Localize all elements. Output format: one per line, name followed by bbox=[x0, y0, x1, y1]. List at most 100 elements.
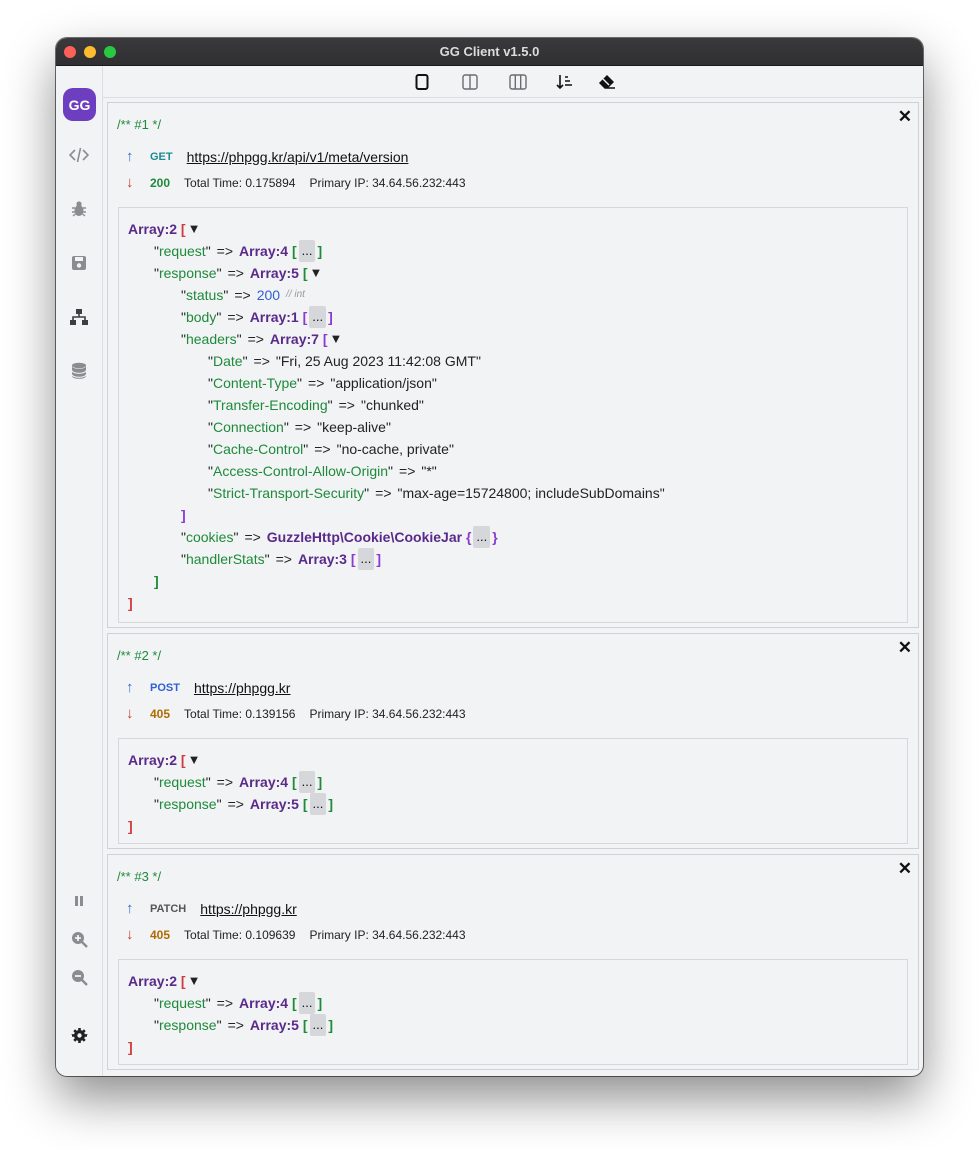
collapse-toggle-icon[interactable]: ▼ bbox=[188, 970, 201, 992]
expand-button[interactable]: ... bbox=[298, 240, 316, 262]
response-line: ↓ 405 Total Time: 0.139156 Primary IP: 3… bbox=[126, 705, 480, 722]
request-url-link[interactable]: https://phpgg.kr/api/v1/meta/version bbox=[187, 149, 409, 165]
request-line: ↑ PATCH https://phpgg.kr bbox=[126, 900, 297, 917]
http-method: POST bbox=[150, 681, 180, 694]
eraser-icon[interactable] bbox=[597, 72, 617, 92]
dump-close-root: ] bbox=[128, 1036, 898, 1058]
single-column-icon[interactable] bbox=[412, 72, 432, 92]
dump-key: Access-Control-Allow-Origin bbox=[212, 463, 389, 479]
dump-type: Array:1 bbox=[249, 309, 299, 325]
three-column-icon[interactable] bbox=[508, 72, 528, 92]
close-entry-icon[interactable]: ✕ bbox=[898, 859, 912, 879]
dump-key: Cache-Control bbox=[212, 441, 304, 457]
settings-gear-icon[interactable] bbox=[68, 1024, 90, 1046]
dump-value: "Fri, 25 Aug 2023 11:42:08 GMT" bbox=[275, 353, 481, 369]
collapse-toggle-icon[interactable]: ▼ bbox=[330, 328, 343, 350]
primary-ip: Primary IP: 34.64.56.232:443 bbox=[309, 175, 466, 190]
entry-comment: /** #2 */ bbox=[117, 648, 162, 663]
pause-icon[interactable] bbox=[68, 890, 90, 912]
expand-button[interactable]: ... bbox=[357, 548, 375, 570]
bracket: [ bbox=[302, 265, 308, 281]
collapse-toggle-icon[interactable]: ▼ bbox=[188, 218, 201, 240]
bracket: [ bbox=[350, 551, 356, 567]
dump-arrow: => bbox=[275, 551, 292, 567]
bracket: ] bbox=[128, 818, 133, 834]
dump-key: response bbox=[158, 265, 217, 281]
bracket: [ bbox=[302, 796, 308, 812]
bracket: } bbox=[492, 529, 498, 545]
dump-arrow: => bbox=[227, 265, 244, 281]
bug-icon[interactable] bbox=[68, 198, 90, 220]
http-method: PATCH bbox=[150, 902, 187, 915]
expand-button[interactable]: ... bbox=[298, 771, 316, 793]
header-row: " Connection " => "keep-alive" bbox=[128, 416, 898, 438]
dump-root: Array:2 [▼ bbox=[128, 218, 898, 240]
entry-comment: /** #1 */ bbox=[117, 117, 162, 132]
bracket: ] bbox=[317, 995, 323, 1011]
bracket: ] bbox=[181, 507, 186, 523]
app-logo[interactable]: GG bbox=[63, 88, 96, 121]
expand-button[interactable]: ... bbox=[309, 1014, 327, 1036]
expand-button[interactable]: ... bbox=[309, 793, 327, 815]
bracket: [ bbox=[180, 752, 186, 768]
dump-key: Strict-Transport-Security bbox=[212, 485, 365, 501]
save-icon[interactable] bbox=[68, 252, 90, 274]
arrow-down-icon: ↓ bbox=[126, 174, 134, 191]
request-url-link[interactable]: https://phpgg.kr bbox=[194, 680, 291, 696]
response-line: ↓ 405 Total Time: 0.109639 Primary IP: 3… bbox=[126, 926, 480, 943]
close-entry-icon[interactable]: ✕ bbox=[898, 107, 912, 127]
dump-arrow: => bbox=[234, 287, 251, 303]
dump-row-response: " response " => Array:5 [...] bbox=[128, 793, 898, 815]
dump-value: "chunked" bbox=[360, 397, 424, 413]
zoom-out-icon[interactable] bbox=[68, 966, 90, 988]
bracket: [ bbox=[322, 331, 328, 347]
dump-row-response: " response " => Array:5 [...] bbox=[128, 1014, 898, 1036]
expand-button[interactable]: ... bbox=[309, 306, 327, 328]
collapse-toggle-icon[interactable]: ▼ bbox=[310, 262, 323, 284]
dump-value: 200 bbox=[256, 287, 281, 303]
dump-arrow: => bbox=[338, 397, 355, 413]
dump-close-headers: ] bbox=[128, 504, 898, 526]
bracket: ] bbox=[376, 551, 382, 567]
expand-button[interactable]: ... bbox=[298, 992, 316, 1014]
dump-panel: Array:2 [▼ " request " => Array:4 [...] " res… bbox=[118, 738, 908, 844]
http-method: GET bbox=[150, 150, 173, 163]
dump-root: Array:2 [▼ bbox=[128, 749, 898, 771]
dump-key: headers bbox=[185, 331, 237, 347]
dump-key: Transfer-Encoding bbox=[212, 397, 328, 413]
dump-key: status bbox=[185, 287, 224, 303]
dump-arrow: => bbox=[216, 243, 234, 259]
request-line: ↑ GET https://phpgg.kr/api/v1/meta/versi… bbox=[126, 148, 408, 165]
two-column-icon[interactable] bbox=[460, 72, 480, 92]
dump-arrow: => bbox=[216, 774, 234, 790]
dump-type: Array:5 bbox=[249, 1017, 299, 1033]
type-hint: // int bbox=[286, 289, 305, 300]
dump-row-request: " request " => Array:4 [...] bbox=[128, 240, 898, 262]
collapse-toggle-icon[interactable]: ▼ bbox=[188, 749, 201, 771]
bracket: { bbox=[465, 529, 472, 545]
zoom-in-icon[interactable] bbox=[68, 928, 90, 950]
dump-type: Array:2 bbox=[128, 221, 178, 237]
request-log: ✕ /** #1 */ ↑ GET https://phpgg.kr/api/v… bbox=[103, 98, 923, 1076]
request-entry: ✕ /** #1 */ ↑ GET https://phpgg.kr/api/v… bbox=[107, 102, 919, 628]
dump-close-root: ] bbox=[128, 592, 898, 614]
database-icon[interactable] bbox=[68, 360, 90, 382]
sort-descending-icon[interactable] bbox=[555, 72, 575, 92]
close-entry-icon[interactable]: ✕ bbox=[898, 638, 912, 658]
bracket: ] bbox=[154, 573, 159, 589]
dump-arrow: => bbox=[227, 1017, 244, 1033]
bracket: [ bbox=[291, 243, 297, 259]
header-row: " Transfer-Encoding " => "chunked" bbox=[128, 394, 898, 416]
dump-arrow: => bbox=[294, 419, 312, 435]
arrow-up-icon: ↑ bbox=[126, 900, 134, 917]
request-url-link[interactable]: https://phpgg.kr bbox=[200, 901, 297, 917]
window-title: GG Client v1.5.0 bbox=[439, 44, 540, 59]
expand-button[interactable]: ... bbox=[473, 526, 491, 548]
arrow-down-icon: ↓ bbox=[126, 926, 134, 943]
dump-value: "max-age=15724800; includeSubDomains" bbox=[397, 485, 665, 501]
network-icon[interactable] bbox=[68, 306, 90, 328]
code-icon[interactable] bbox=[68, 144, 90, 166]
dump-arrow: => bbox=[227, 796, 244, 812]
bracket: [ bbox=[302, 1017, 308, 1033]
status-code: 405 bbox=[150, 706, 171, 721]
